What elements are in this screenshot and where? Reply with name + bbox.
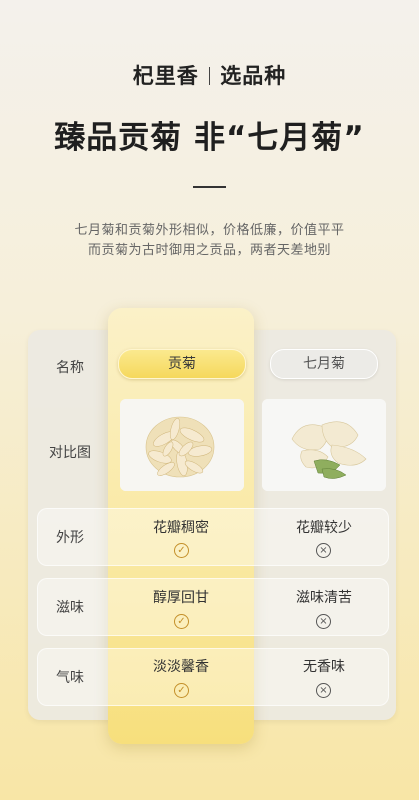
check-icon: ✓ bbox=[174, 543, 189, 558]
description-line-2: 而贡菊为古时御用之贡品，两者天差地别 bbox=[87, 243, 331, 258]
description-line-1: 七月菊和贡菊外形相似，价格低廉，价值平平 bbox=[74, 223, 345, 238]
check-icon: ✓ bbox=[174, 614, 189, 629]
qiyueju-photo bbox=[262, 399, 386, 491]
row-label-aroma: 气味 bbox=[56, 670, 84, 686]
qiyueju-shape-text: 花瓣较少 bbox=[296, 520, 352, 536]
brand-name: 杞里香 bbox=[132, 64, 199, 88]
gongju-aroma-text: 淡淡馨香 bbox=[153, 659, 209, 675]
row-label-name: 名称 bbox=[56, 360, 84, 376]
qiyueju-name-pill: 七月菊 bbox=[270, 349, 378, 379]
brand-line: 杞里香 选品种 bbox=[0, 60, 419, 90]
row-label-shape: 外形 bbox=[56, 530, 84, 546]
title-divider bbox=[193, 186, 226, 188]
row-label-photo: 对比图 bbox=[49, 445, 91, 461]
cross-icon: × bbox=[316, 683, 331, 698]
gongju-photo bbox=[120, 399, 244, 491]
row-label-taste: 滋味 bbox=[56, 600, 84, 616]
separator bbox=[208, 67, 211, 85]
qiyueju-taste-text: 滋味清苦 bbox=[296, 590, 352, 606]
gongju-taste-text: 醇厚回甘 bbox=[153, 590, 209, 606]
check-icon: ✓ bbox=[174, 683, 189, 698]
brand-subtitle: 选品种 bbox=[220, 64, 287, 88]
gongju-shape-text: 花瓣稠密 bbox=[153, 520, 209, 536]
main-title: 臻品贡菊 非“七月菊” bbox=[54, 120, 365, 156]
qiyueju-aroma-text: 无香味 bbox=[303, 659, 345, 675]
cross-icon: × bbox=[316, 543, 331, 558]
gongju-name-pill: 贡菊 bbox=[118, 349, 246, 379]
cross-icon: × bbox=[316, 614, 331, 629]
